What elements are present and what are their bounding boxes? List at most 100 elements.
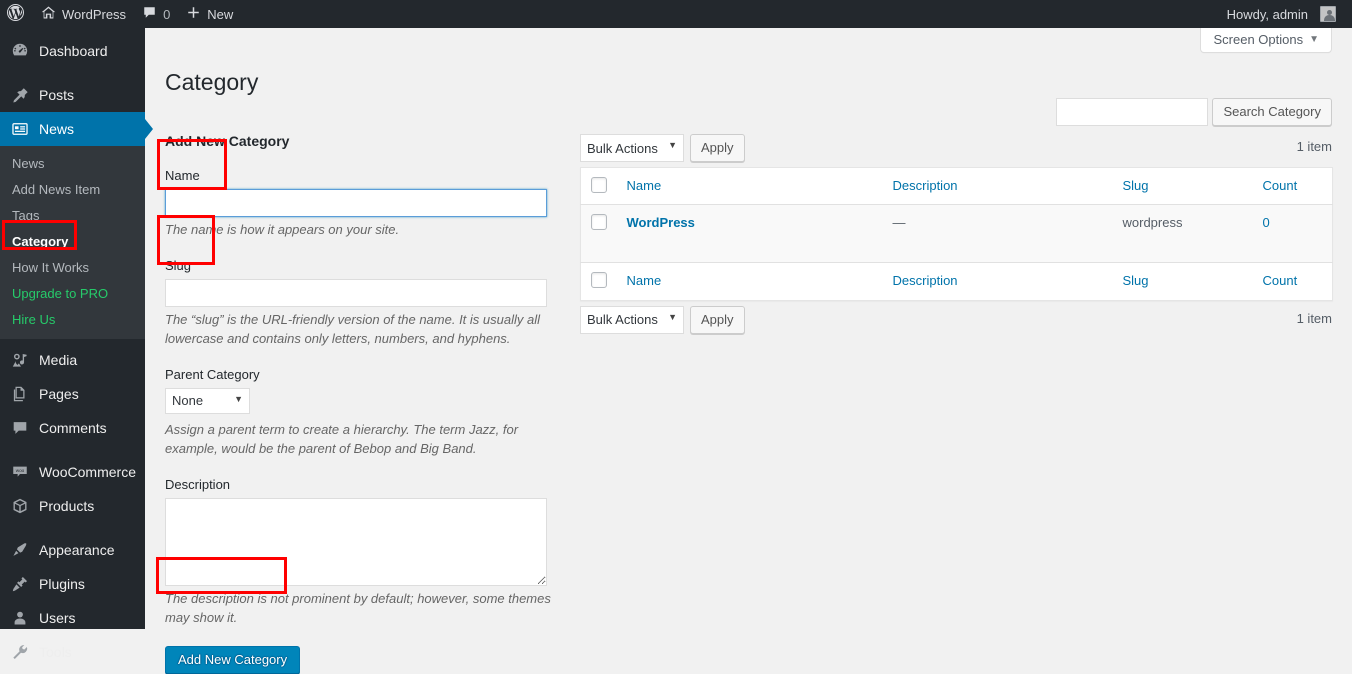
plugin-plug-icon (10, 574, 30, 594)
sidebar-subitem-how-it-works[interactable]: How It Works (0, 255, 145, 281)
sidebar-item-pages[interactable]: Pages (0, 377, 145, 411)
bulk-actions-bottom: Bulk Actions Apply (580, 305, 745, 334)
sidebar-separator (0, 445, 145, 455)
sidebar-item-dashboard[interactable]: Dashboard (0, 34, 145, 68)
sidebar-subitem-category[interactable]: Category (0, 229, 145, 255)
sidebar-item-label: Posts (39, 87, 75, 103)
search-category-button[interactable]: Search Category (1212, 98, 1332, 126)
name-column-footer: Name (617, 263, 883, 300)
category-count-link[interactable]: 0 (1263, 215, 1270, 230)
add-new-category-submit-button[interactable]: Add New Category (165, 645, 301, 674)
comments-count: 0 (163, 6, 171, 22)
parent-category-label: Parent Category (165, 366, 260, 382)
name-input[interactable] (165, 189, 547, 217)
slug-label: Slug (165, 257, 192, 273)
wordpress-logo-icon (7, 4, 24, 24)
parent-category-select[interactable]: None (165, 387, 250, 414)
new-content-label: New (207, 6, 234, 22)
sidebar-item-plugins[interactable]: Plugins (0, 567, 145, 601)
sidebar-subitem-tags[interactable]: Tags (0, 203, 145, 229)
category-name-link[interactable]: WordPress (627, 215, 695, 230)
sort-by-slug-link-top[interactable]: Slug (1123, 178, 1149, 193)
sidebar-item-users[interactable]: Users (0, 601, 145, 635)
sidebar-subitem-hire-us[interactable]: Hire Us (0, 307, 145, 333)
row-checkbox[interactable] (591, 214, 607, 231)
slug-description: The “slug” is the URL-friendly version o… (165, 311, 540, 347)
select-all-checkbox-top[interactable] (591, 177, 607, 193)
bulk-actions-select-top[interactable]: Bulk Actions (580, 134, 684, 162)
slug-input[interactable] (165, 278, 547, 307)
sidebar-item-appearance[interactable]: Appearance (0, 533, 145, 567)
row-select-cell (581, 205, 617, 263)
bulk-actions-select-bottom[interactable]: Bulk Actions (580, 305, 684, 334)
search-box: Search Category (580, 98, 1332, 126)
site-name-button[interactable]: WordPress (33, 0, 134, 28)
add-new-category-form: Add New Category Name The name is how it… (165, 132, 565, 674)
sidebar-subitem-add-news-item[interactable]: Add News Item (0, 177, 145, 203)
description-label: Description (165, 476, 231, 492)
sort-by-name-link-bottom[interactable]: Name (627, 273, 662, 288)
name-label: Name (165, 168, 200, 183)
row-count-cell: 0 (1253, 205, 1333, 263)
wrench-icon (10, 642, 30, 662)
row-description-cell: — (892, 215, 906, 231)
sidebar-item-woocommerce[interactable]: woo WooCommerce (0, 455, 145, 489)
sidebar-item-label: Users (39, 610, 76, 626)
sidebar-subitem-news[interactable]: News (0, 151, 145, 177)
slug-column-header: Slug (1113, 168, 1253, 205)
sort-by-count-link-bottom[interactable]: Count (1263, 273, 1298, 288)
sort-by-slug-link-bottom[interactable]: Slug (1123, 273, 1149, 288)
table-footer-row: Name Description Slug Count (580, 262, 1333, 300)
wordpress-logo-button[interactable] (0, 0, 33, 28)
my-account-button[interactable]: Howdy, admin (1219, 0, 1344, 28)
sort-by-name-link-top[interactable]: Name (627, 178, 662, 193)
sidebar-item-label: Dashboard (39, 43, 108, 59)
sidebar-item-label: Plugins (39, 576, 85, 592)
users-icon (10, 608, 30, 628)
select-all-checkbox-bottom[interactable] (591, 272, 607, 289)
sidebar-item-products[interactable]: Products (0, 489, 145, 523)
sort-by-description-link-bottom[interactable]: Description (893, 273, 958, 288)
tablenav-top: Bulk Actions Apply 1 item (580, 133, 1332, 163)
screen-meta-links: Screen Options ▼ (1200, 28, 1332, 53)
sidebar-separator (0, 68, 145, 78)
sidebar-item-label: Appearance (39, 542, 115, 558)
sidebar-item-label: Comments (39, 420, 107, 436)
comment-bubble-icon (142, 5, 157, 23)
description-description: The description is not prominent by defa… (165, 590, 551, 626)
item-count-bottom: 1 item (1296, 310, 1332, 326)
sort-by-description-link-top[interactable]: Description (893, 178, 958, 193)
bulk-actions-select-wrap-top: Bulk Actions (580, 134, 684, 162)
select-all-header-cell (581, 168, 617, 205)
new-content-button[interactable]: New (178, 0, 241, 28)
parent-category-select-wrap: None (165, 387, 250, 414)
sidebar-item-news[interactable]: News (0, 112, 153, 146)
screen-options-button[interactable]: Screen Options ▼ (1200, 28, 1332, 53)
paintbrush-icon (10, 540, 30, 560)
name-field-group: Name The name is how it appears on your … (165, 168, 565, 240)
row-slug-cell: wordpress (1122, 215, 1183, 231)
comment-bubble-icon (10, 418, 30, 438)
woocommerce-icon: woo (10, 462, 30, 482)
site-name-label: WordPress (62, 6, 127, 22)
apply-button-bottom[interactable]: Apply (690, 305, 745, 334)
sidebar-item-posts[interactable]: Posts (0, 78, 145, 112)
row-name-cell: WordPress (617, 205, 883, 263)
table-row[interactable]: WordPress — wordpress 0 (580, 204, 1333, 263)
description-textarea[interactable] (165, 497, 547, 586)
sidebar-item-tools[interactable]: Tools (0, 635, 145, 669)
item-count-top: 1 item (1296, 139, 1332, 154)
apply-button-top[interactable]: Apply (690, 134, 745, 162)
sidebar-subitem-upgrade-to-pro[interactable]: Upgrade to PRO (0, 281, 145, 307)
sidebar-item-media[interactable]: Media (0, 343, 145, 377)
sidebar-item-comments[interactable]: Comments (0, 411, 145, 445)
products-box-icon (10, 496, 30, 516)
sort-by-count-link-top[interactable]: Count (1263, 178, 1298, 193)
search-input[interactable] (1056, 98, 1209, 126)
table-body: WordPress — wordpress 0 (580, 204, 1333, 263)
comments-bubble-button[interactable]: 0 (134, 0, 178, 28)
categories-table: Name Description Slug Count WordPress — … (580, 167, 1333, 301)
main-content-area: Screen Options ▼ Category Add New Catego… (145, 28, 1352, 674)
news-list-icon (10, 119, 30, 139)
sidebar-item-label: Pages (39, 386, 79, 402)
